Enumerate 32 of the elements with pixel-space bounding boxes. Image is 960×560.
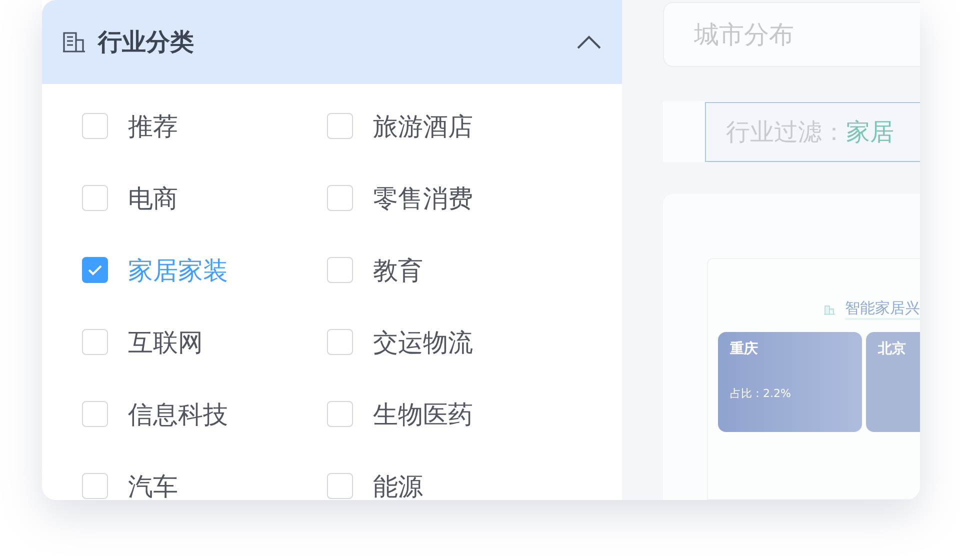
- option-label[interactable]: 互联网: [128, 326, 203, 358]
- checkbox[interactable]: [327, 473, 353, 499]
- checkbox[interactable]: [327, 257, 353, 283]
- option-label[interactable]: 交运物流: [373, 326, 473, 358]
- insight-title: 智能家居兴: [845, 299, 920, 320]
- option-label[interactable]: 信息科技: [128, 398, 228, 430]
- checkbox[interactable]: [82, 401, 108, 427]
- city-name: 北京: [878, 340, 907, 358]
- option-label[interactable]: 能源: [373, 470, 423, 500]
- building-icon: [62, 31, 86, 53]
- panel-title: 行业分类: [98, 27, 195, 58]
- panel-header[interactable]: 行业分类: [42, 0, 622, 84]
- checkbox[interactable]: [82, 113, 108, 139]
- checkbox[interactable]: [82, 473, 108, 499]
- checkbox[interactable]: [327, 401, 353, 427]
- share-text: 占比：2.2%: [730, 386, 792, 401]
- checkbox[interactable]: [327, 185, 353, 211]
- option-label[interactable]: 生物医药: [373, 398, 473, 430]
- option-label[interactable]: 汽车: [128, 470, 178, 500]
- checkbox[interactable]: [82, 329, 108, 355]
- option-label[interactable]: 教育: [373, 254, 423, 286]
- option-label[interactable]: 零售消费: [373, 182, 473, 214]
- checkbox[interactable]: [82, 257, 108, 283]
- city-name: 重庆: [730, 340, 759, 358]
- checkbox[interactable]: [327, 113, 353, 139]
- checkbox[interactable]: [82, 185, 108, 211]
- option-label[interactable]: 推荐: [128, 110, 178, 142]
- chevron-icon[interactable]: [576, 34, 602, 50]
- checkbox[interactable]: [327, 329, 353, 355]
- option-label[interactable]: 旅游酒店: [373, 110, 473, 142]
- option-label[interactable]: 电商: [128, 182, 178, 214]
- check-icon: [87, 264, 103, 276]
